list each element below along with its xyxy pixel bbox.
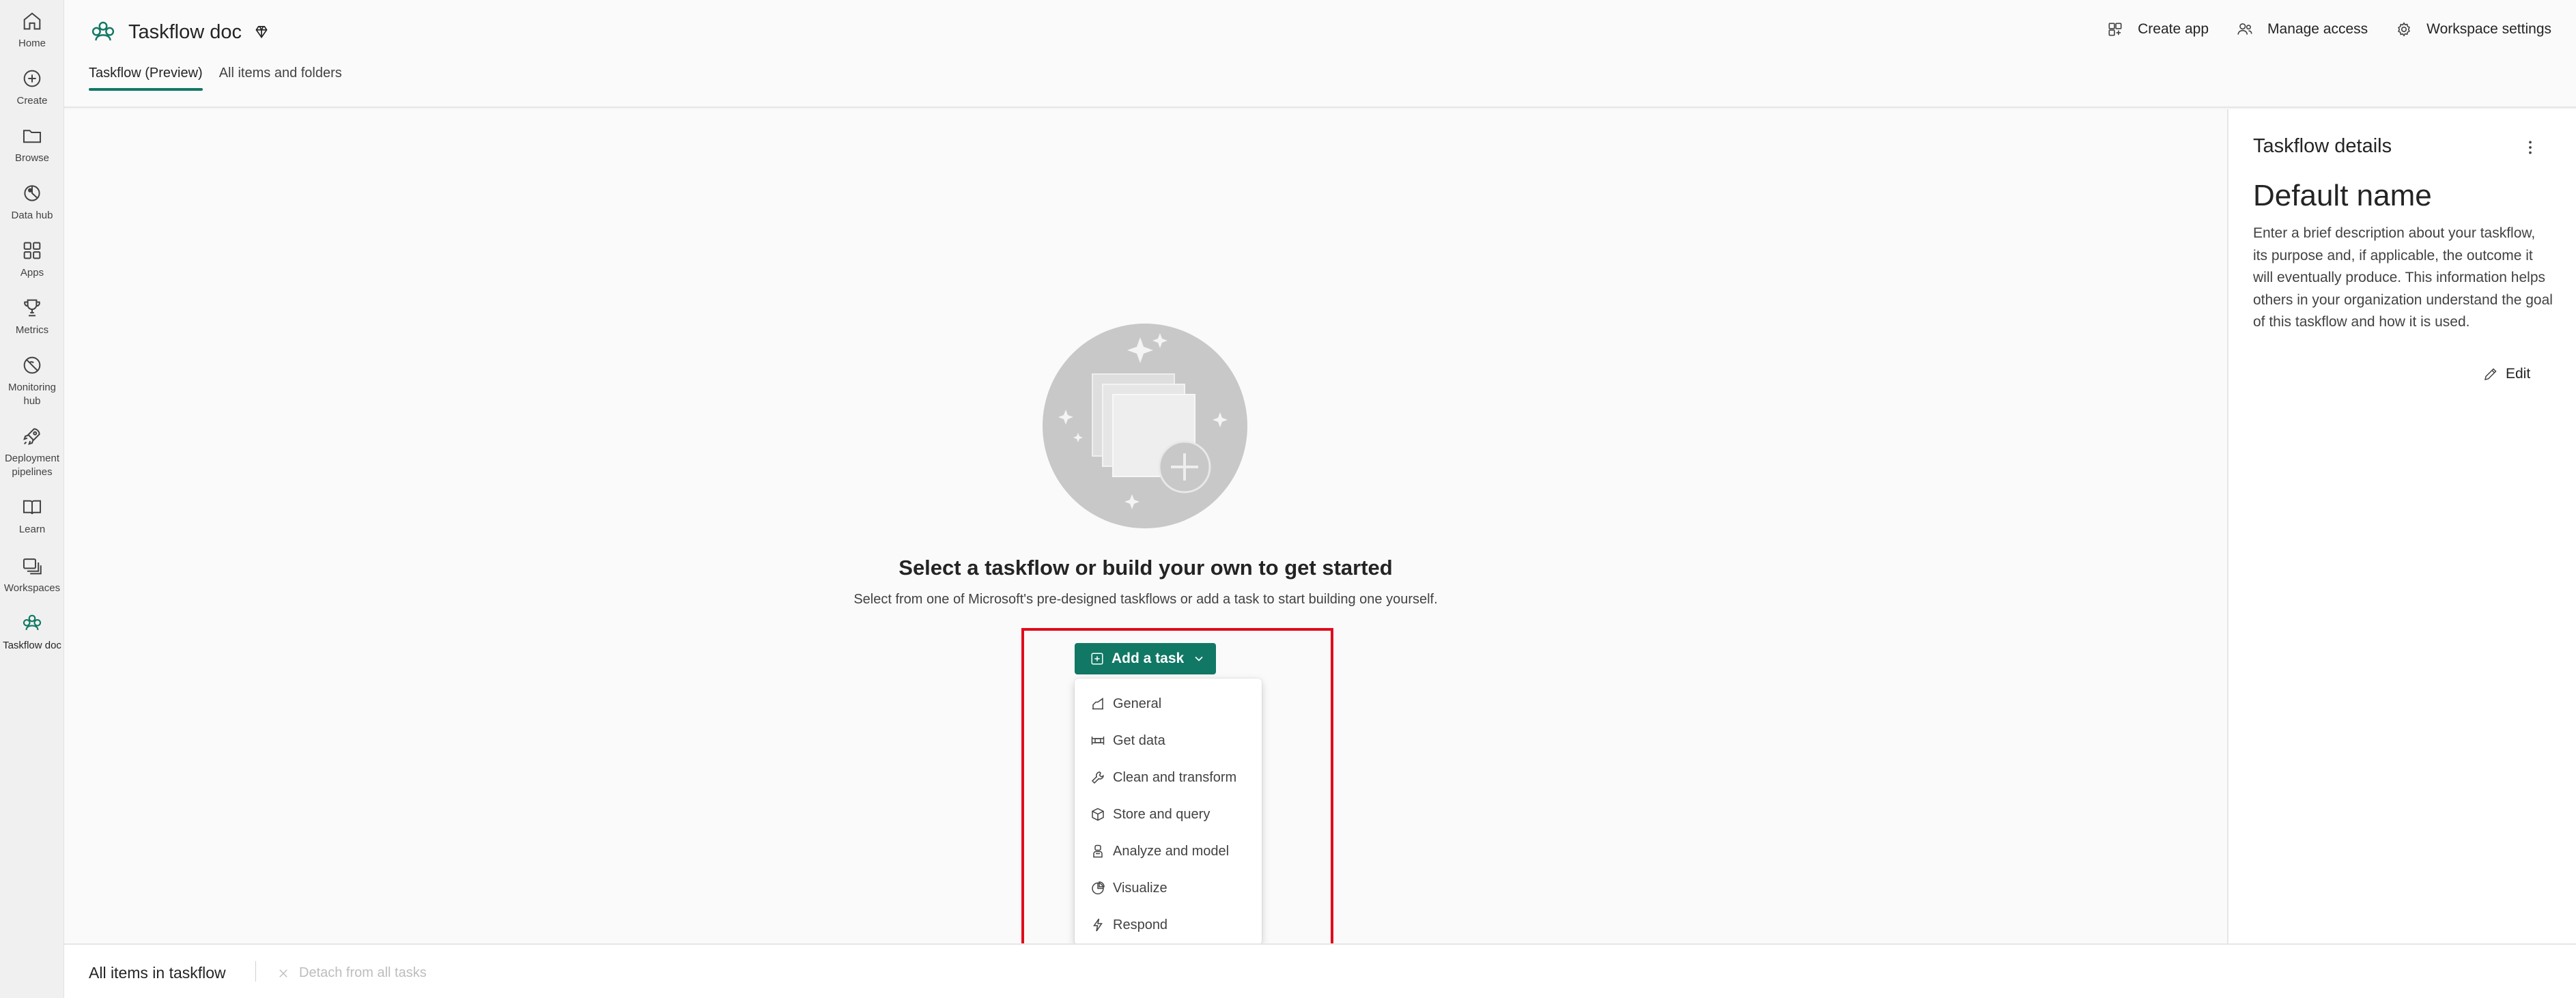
nav-browse[interactable]: Browse (0, 124, 64, 165)
menu-item-general[interactable]: General (1075, 685, 1262, 722)
manage-access-icon (2237, 23, 2252, 35)
nav-create[interactable]: Create (0, 67, 64, 108)
header-actions: Create app Manage access Workspace setti… (2079, 20, 2551, 38)
taskflow-workspace-icon (23, 614, 42, 631)
menu-item-clean-and-transform[interactable]: Clean and transform (1075, 759, 1262, 796)
nav-deployment-pipelines[interactable]: Deployment pipelines (0, 425, 64, 479)
nav-data-hub[interactable]: Data hub (0, 182, 64, 223)
workspace-header: Taskflow doc Taskflow (Preview) All item… (64, 0, 2576, 108)
empty-state-subline: Select from one of Microsoft's pre-desig… (853, 592, 1438, 607)
left-nav-rail: Home Create Browse Data hub Apps Metrics… (0, 0, 64, 998)
taskflow-canvas: Select a taskflow or build your own to g… (64, 109, 2227, 952)
data-hub-icon (24, 185, 40, 201)
add-square-icon (1091, 653, 1103, 665)
taskflow-description: Enter a brief description about your tas… (2253, 225, 2553, 330)
deployment-pipelines-icon (23, 428, 40, 445)
nav-apps[interactable]: Apps (0, 239, 64, 280)
empty-state-illustration (1043, 324, 1247, 528)
edit-button[interactable]: Edit (2482, 366, 2530, 382)
tab-all-items-and-folders[interactable]: All items and folders (219, 66, 342, 91)
pencil-icon (2485, 368, 2497, 380)
flask-icon (1093, 844, 1103, 858)
taskflow-details-panel: Taskflow details Default name Enter a br… (2227, 109, 2576, 943)
taskflow-name: Default name (2253, 179, 2432, 212)
browse-icon (23, 130, 42, 143)
create-app-icon (2108, 23, 2122, 36)
add-a-task-button[interactable]: Add a task (1075, 643, 1216, 674)
workspace-title: Taskflow doc (89, 18, 270, 46)
lightning-icon (1093, 918, 1103, 932)
learn-icon (23, 500, 42, 515)
nav-taskflow-doc[interactable]: Taskflow doc (0, 612, 64, 653)
chevron-down-icon (1195, 656, 1203, 661)
detach-from-all-tasks-button[interactable]: Detach from all tasks (277, 965, 427, 981)
all-items-title: All items in taskflow (89, 964, 226, 982)
wrench-icon (1091, 771, 1104, 784)
metrics-icon (24, 299, 40, 317)
create-app-button[interactable]: Create app (2106, 20, 2209, 38)
tab-taskflow-preview[interactable]: Taskflow (Preview) (89, 66, 203, 91)
nav-home[interactable]: Home (0, 10, 64, 51)
taskflow-items-bar: All items in taskflow Detach from all ta… (64, 943, 2576, 998)
premium-diamond-icon (255, 26, 268, 39)
divider (255, 961, 256, 982)
nav-workspaces[interactable]: Workspaces (0, 554, 64, 595)
menu-item-get-data[interactable]: Get data (1075, 722, 1262, 759)
create-icon (23, 70, 41, 87)
menu-item-analyze-and-model[interactable]: Analyze and model (1075, 833, 1262, 870)
cube-icon (1092, 808, 1104, 821)
panel-title: Taskflow details (2253, 135, 2392, 157)
workspace-tabs: Taskflow (Preview) All items and folders (89, 66, 358, 91)
home-icon (23, 12, 41, 30)
apps-icon (23, 242, 41, 259)
nav-monitoring-hub[interactable]: Monitoring hub (0, 354, 64, 408)
menu-item-visualize[interactable]: Visualize (1075, 870, 1262, 907)
monitoring-hub-icon (23, 356, 41, 374)
menu-item-respond[interactable]: Respond (1075, 907, 1262, 943)
nav-metrics[interactable]: Metrics (0, 296, 64, 337)
workspace-settings-button[interactable]: Workspace settings (2395, 20, 2551, 38)
gear-icon (2398, 22, 2411, 37)
workspaces-icon (23, 558, 42, 575)
close-icon (279, 969, 287, 978)
add-task-menu: General Get data Clean and transform Sto… (1075, 679, 1262, 945)
workspace-name: Taskflow doc (128, 20, 242, 43)
nav-learn[interactable]: Learn (0, 496, 64, 537)
pie-chart-icon (1092, 881, 1105, 895)
menu-item-store-and-query[interactable]: Store and query (1075, 796, 1262, 833)
taskflow-workspace-icon (91, 21, 115, 41)
empty-state-headline: Select a taskflow or build your own to g… (898, 556, 1393, 580)
get-data-icon (1091, 737, 1105, 745)
general-icon (1092, 698, 1103, 710)
manage-access-button[interactable]: Manage access (2236, 20, 2368, 38)
more-options-icon[interactable] (2521, 138, 2540, 157)
